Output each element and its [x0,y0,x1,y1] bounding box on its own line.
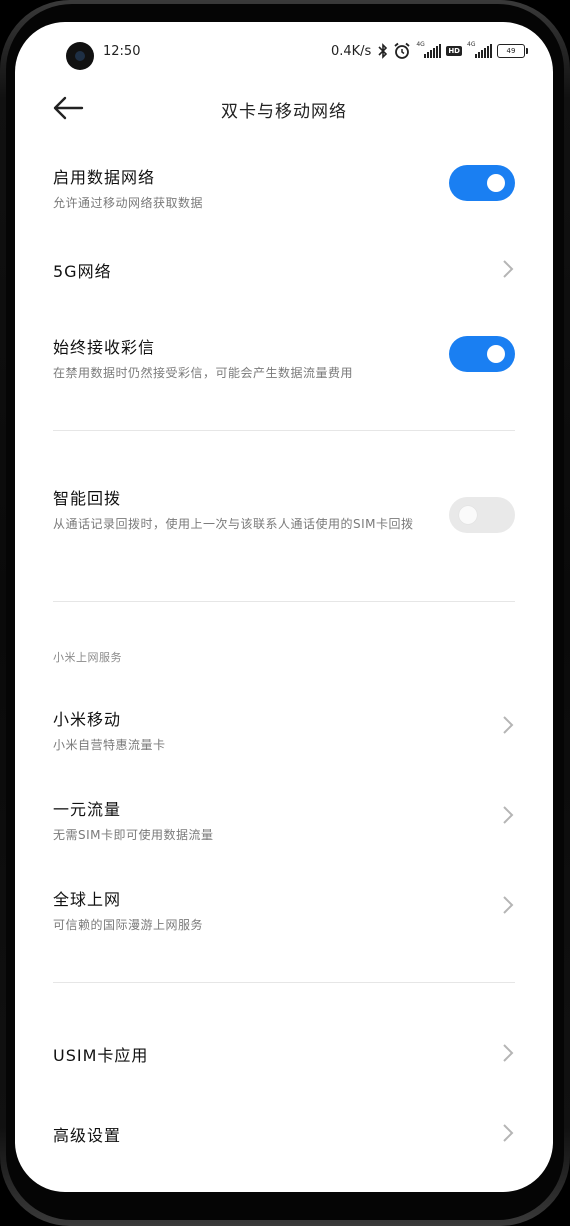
setting-subtitle: 无需SIM卡即可使用数据流量 [53,828,214,842]
divider [53,601,515,602]
divider [53,982,515,983]
service-global-roaming[interactable]: 全球上网 可信赖的国际漫游上网服务 [53,886,515,932]
setting-subtitle: 允许通过移动网络获取数据 [53,196,204,210]
chevron-right-icon [503,896,514,914]
data-network-toggle[interactable] [449,165,515,201]
chevron-right-icon [503,1044,514,1062]
setting-5g-network[interactable]: 5G网络 [53,258,515,282]
setting-title: 高级设置 [53,1126,122,1145]
smart-callback-toggle[interactable] [449,497,515,533]
battery-icon: 49 [497,44,528,58]
service-one-yuan-data[interactable]: 一元流量 无需SIM卡即可使用数据流量 [53,796,515,842]
alarm-icon [394,42,410,59]
setting-subtitle: 小米自营特惠流量卡 [53,738,166,752]
setting-always-receive-mms[interactable]: 始终接收彩信 在禁用数据时仍然接受彩信，可能会产生数据流量费用 [53,334,515,386]
setting-title: USIM卡应用 [53,1046,149,1065]
setting-subtitle: 从通话记录回拨时，使用上一次与该联系人通话使用的SIM卡回拨 [53,517,414,531]
setting-data-network[interactable]: 启用数据网络 允许通过移动网络获取数据 [53,164,515,216]
setting-title: 全球上网 [53,890,122,909]
status-icons: 0.4K/s 4G HD 4G 49 [330,41,528,60]
chevron-right-icon [503,1124,514,1142]
signal-sim1-icon: 4G [416,41,442,58]
setting-usim-apps[interactable]: USIM卡应用 [53,1042,515,1066]
section-label: 小米上网服务 [53,651,122,664]
bluetooth-icon [378,43,388,59]
chevron-right-icon [503,806,514,824]
status-time: 12:50 [103,44,141,59]
mms-toggle[interactable] [449,336,515,372]
setting-title: 5G网络 [53,262,112,281]
setting-title: 小米移动 [53,710,122,729]
hd-voice-icon: HD [446,46,462,56]
signal-sim2-icon: 4G [467,41,492,58]
page-header: 双卡与移动网络 [15,86,553,130]
status-bar: 12:50 0.4K/s 4G HD 4G 49 [15,22,553,80]
front-camera [66,42,94,70]
chevron-right-icon [503,716,514,734]
page-title: 双卡与移动网络 [221,102,347,122]
battery-level: 49 [506,47,516,55]
setting-advanced[interactable]: 高级设置 [53,1122,515,1146]
setting-smart-callback[interactable]: 智能回拨 从通话记录回拨时，使用上一次与该联系人通话使用的SIM卡回拨 [53,485,515,555]
setting-title: 智能回拨 [53,489,122,508]
phone-screen: 12:50 0.4K/s 4G HD 4G 49 双卡与移动网络 启用数据网络 … [15,22,553,1192]
divider [53,430,515,431]
setting-title: 启用数据网络 [53,168,156,187]
network-speed: 0.4K/s [330,43,372,59]
chevron-right-icon [503,260,514,278]
service-mi-mobile[interactable]: 小米移动 小米自营特惠流量卡 [53,706,515,752]
setting-subtitle: 在禁用数据时仍然接受彩信，可能会产生数据流量费用 [53,366,354,380]
setting-title: 始终接收彩信 [53,338,156,357]
setting-title: 一元流量 [53,800,122,819]
setting-subtitle: 可信赖的国际漫游上网服务 [53,918,204,932]
